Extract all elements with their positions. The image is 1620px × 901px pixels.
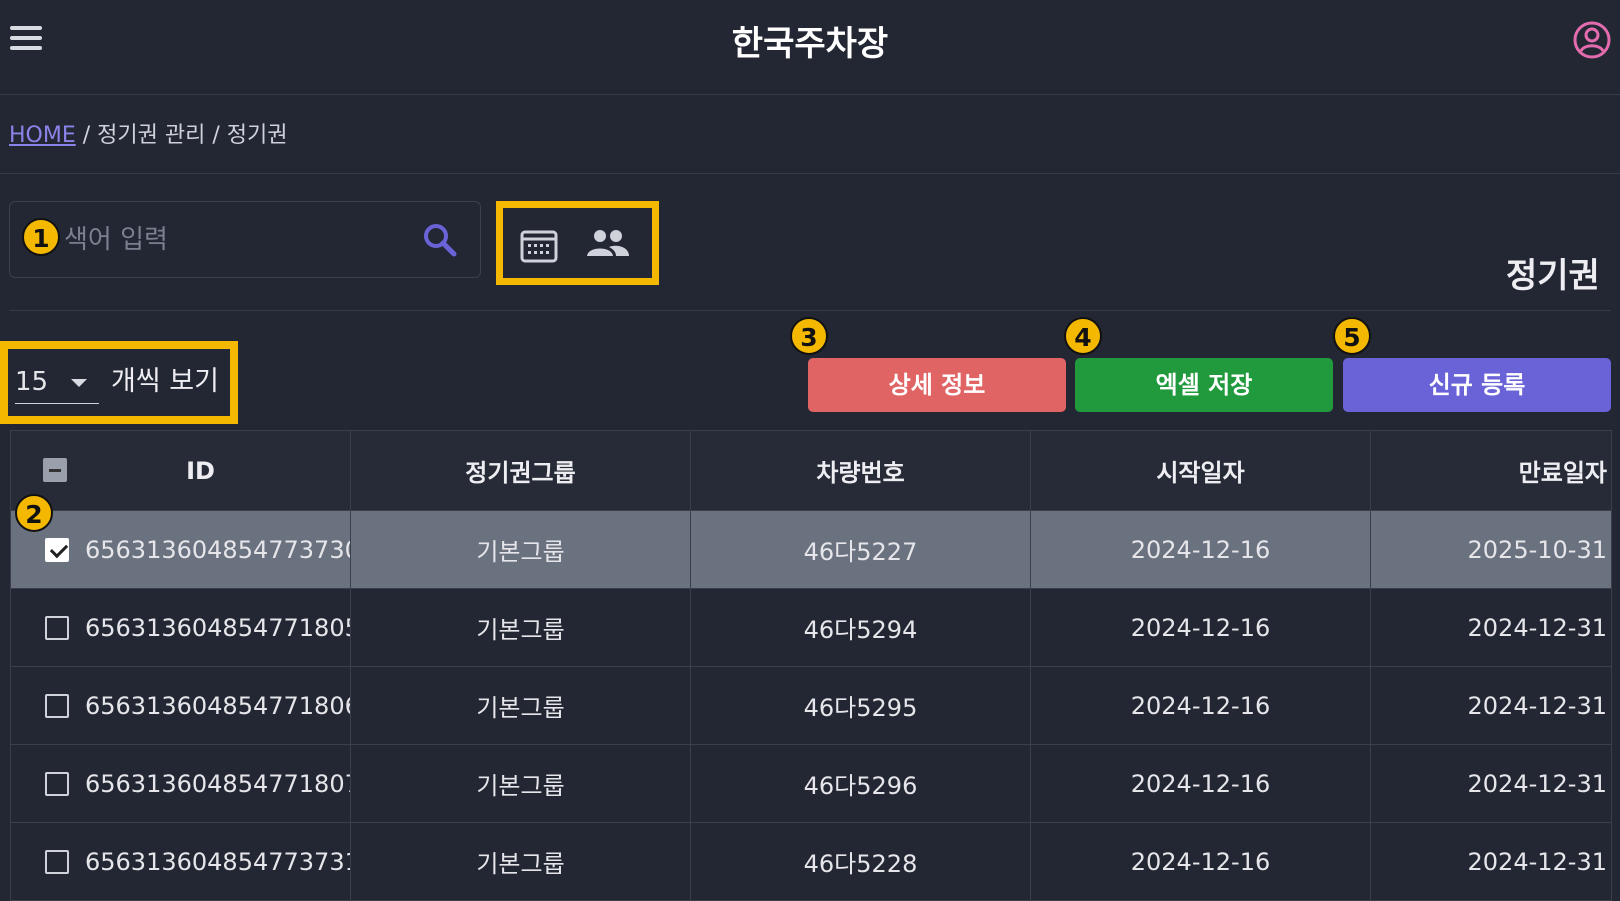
cell-car-number: 46다5228 xyxy=(690,822,1031,901)
cell-car-number: 46다5296 xyxy=(690,744,1031,823)
cell-group: 기본그룹 xyxy=(350,588,691,667)
column-header-id[interactable]: ID xyxy=(10,430,351,511)
calendar-icon[interactable] xyxy=(519,226,559,264)
breadcrumb-path: / 정기권 관리 / 정기권 xyxy=(75,123,288,148)
detail-info-button[interactable]: 상세 정보 xyxy=(808,358,1066,412)
cell-id: 656313604854771805 xyxy=(10,588,351,667)
search-icon[interactable] xyxy=(420,220,460,260)
chevron-down-icon xyxy=(71,379,87,387)
row-checkbox[interactable] xyxy=(45,616,69,640)
table-row[interactable]: 656313604854773730 기본그룹 46다5227 2024-12-… xyxy=(10,510,1612,589)
season-pass-table: ID 정기권그룹 차량번호 시작일자 만료일자 6563136048547737… xyxy=(10,430,1612,901)
top-bar: 한국주차장 xyxy=(0,0,1620,95)
cell-end-date: 2024-12-31 xyxy=(1370,588,1612,667)
cell-start-date: 2024-12-16 xyxy=(1030,744,1371,823)
search-input[interactable] xyxy=(62,216,416,264)
cell-start-date: 2024-12-16 xyxy=(1030,822,1371,901)
filter-icon-group xyxy=(496,201,659,285)
cell-group: 기본그룹 xyxy=(350,666,691,745)
search-box xyxy=(9,201,481,278)
divider xyxy=(9,310,1611,311)
table-row[interactable]: 656313604854771806 기본그룹 46다5295 2024-12-… xyxy=(10,666,1612,745)
column-header-car-number[interactable]: 차량번호 xyxy=(690,430,1031,511)
row-checkbox[interactable] xyxy=(45,850,69,874)
column-header-end-date[interactable]: 만료일자 xyxy=(1370,430,1612,511)
cell-end-date: 2024-12-31 xyxy=(1370,822,1612,901)
user-circle-icon[interactable] xyxy=(1572,20,1612,60)
page-size-select[interactable]: 15 xyxy=(15,361,99,404)
group-icon[interactable] xyxy=(585,226,631,262)
table-row[interactable]: 656313604854771805 기본그룹 46다5294 2024-12-… xyxy=(10,588,1612,667)
cell-start-date: 2024-12-16 xyxy=(1030,666,1371,745)
new-register-button[interactable]: 신규 등록 xyxy=(1343,358,1611,412)
table-row[interactable]: 656313604854771807 기본그룹 46다5296 2024-12-… xyxy=(10,744,1612,823)
page-size-control: 15 개씩 보기 xyxy=(0,341,238,424)
column-header-group[interactable]: 정기권그룹 xyxy=(350,430,691,511)
breadcrumb: HOME / 정기권 관리 / 정기권 xyxy=(9,116,287,156)
cell-start-date: 2024-12-16 xyxy=(1030,588,1371,667)
cell-id: 656313604854771806 xyxy=(10,666,351,745)
cell-id: 656313604854773731 xyxy=(10,822,351,901)
table-row[interactable]: 656313604854773731 기본그룹 46다5228 2024-12-… xyxy=(10,822,1612,901)
excel-save-button[interactable]: 엑셀 저장 xyxy=(1075,358,1333,412)
cell-group: 기본그룹 xyxy=(350,822,691,901)
annotation-marker-1: 1 xyxy=(22,218,60,256)
select-all-checkbox[interactable] xyxy=(43,458,67,482)
row-checkbox[interactable] xyxy=(45,772,69,796)
cell-car-number: 46다5295 xyxy=(690,666,1031,745)
cell-start-date: 2024-12-16 xyxy=(1030,510,1371,589)
cell-car-number: 46다5294 xyxy=(690,588,1031,667)
row-checkbox[interactable] xyxy=(45,694,69,718)
cell-end-date: 2025-10-31 xyxy=(1370,510,1612,589)
annotation-marker-4: 4 xyxy=(1064,317,1102,355)
cell-end-date: 2024-12-31 xyxy=(1370,666,1612,745)
section-title: 정기권 xyxy=(1506,256,1600,296)
row-checkbox[interactable] xyxy=(45,538,69,562)
cell-group: 기본그룹 xyxy=(350,510,691,589)
divider xyxy=(0,173,1620,174)
cell-id: 656313604854771807 xyxy=(10,744,351,823)
breadcrumb-home-link[interactable]: HOME xyxy=(9,123,76,148)
app-title: 한국주차장 xyxy=(731,24,889,64)
cell-group: 기본그룹 xyxy=(350,744,691,823)
page-size-label: 개씩 보기 xyxy=(111,366,219,397)
annotation-marker-2: 2 xyxy=(15,494,53,532)
cell-id: 656313604854773730 xyxy=(10,510,351,589)
page-size-value: 15 xyxy=(15,367,49,397)
annotation-marker-3: 3 xyxy=(790,317,828,355)
cell-car-number: 46다5227 xyxy=(690,510,1031,589)
cell-end-date: 2024-12-31 xyxy=(1370,744,1612,823)
table-header-row: ID 정기권그룹 차량번호 시작일자 만료일자 xyxy=(10,430,1612,511)
column-header-start-date[interactable]: 시작일자 xyxy=(1030,430,1371,511)
annotation-marker-5: 5 xyxy=(1333,317,1371,355)
